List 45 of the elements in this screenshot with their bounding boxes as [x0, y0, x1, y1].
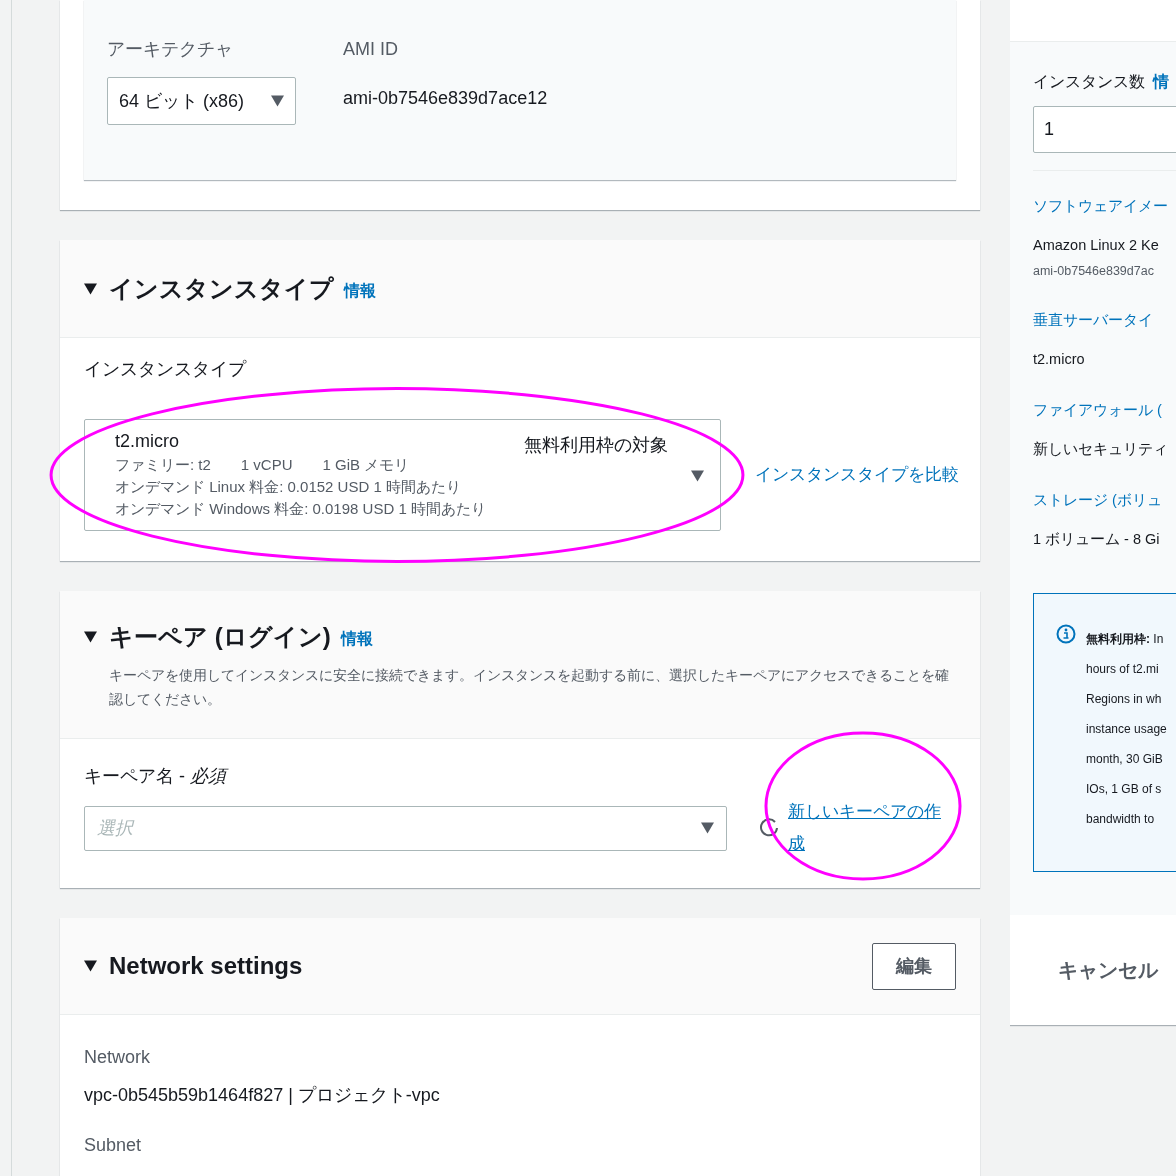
- caret-icon: [271, 95, 284, 107]
- compare-link[interactable]: インスタンスタイプを比較: [755, 462, 959, 488]
- section-title: インスタンスタイプ: [109, 273, 334, 304]
- summary-value: 新しいセキュリティ: [1033, 440, 1169, 459]
- caret-icon: [701, 822, 714, 834]
- field-label: Subnet: [84, 1134, 143, 1157]
- field-label: アーキテクチャ: [107, 38, 234, 61]
- free-tier-text: 無料利用枠: In hours of t2.mi Regions in wh instance usage month, 30 GiB IOs, 1 GB of s bandwidth to: [1086, 631, 1167, 828]
- instance-detail: オンデマンド Linux 料金: 0.0152 USD 1 時間あたり: [115, 477, 462, 497]
- architecture-select[interactable]: 64 ビット (x86): [107, 77, 296, 125]
- field-label: インスタンス数: [1033, 72, 1145, 92]
- info-link[interactable]: 情: [1153, 70, 1169, 94]
- info-icon: [1056, 624, 1076, 644]
- info-link[interactable]: 情報: [340, 627, 373, 651]
- summary-link[interactable]: ファイアウォール (: [1033, 397, 1176, 423]
- cancel-button[interactable]: キャンセル: [1058, 955, 1158, 985]
- field-label: AMI ID: [343, 38, 399, 61]
- caret-icon: [691, 470, 704, 482]
- expand-caret-icon[interactable]: [84, 631, 97, 643]
- field-label: キーペア名 - 必須: [84, 763, 956, 790]
- instance-detail: ファミリー: t2 1 vCPU 1 GiB メモリ: [115, 455, 411, 475]
- instance-detail: オンデマンド Windows 料金: 0.0198 USD 1 時間あたり: [115, 499, 486, 519]
- section-description: キーペアを使用してインスタンスに安全に接続できます。インスタンスを起動する前に、選択したキーペアにアクセスできることを確認してください。: [108, 666, 950, 709]
- summary-value: 1 ボリューム - 8 Gi: [1033, 530, 1161, 549]
- summary-link[interactable]: 垂直サーバータイ: [1033, 307, 1176, 333]
- field-label: Network: [84, 1046, 151, 1069]
- section-title: Network settings: [109, 951, 303, 981]
- refresh-icon[interactable]: [759, 817, 779, 839]
- summary-value: Amazon Linux 2 Ke: [1033, 236, 1160, 255]
- summary-link[interactable]: ストレージ (ボリュ: [1033, 487, 1176, 513]
- ami-id-value: ami-0b7546e839d7ace12: [343, 87, 548, 110]
- free-tier-label: 無料利用枠の対象: [524, 434, 668, 457]
- expand-caret-icon[interactable]: [84, 960, 97, 972]
- network-value: vpc-0b545b59b1464f827 | プロジェクト-vpc: [84, 1084, 441, 1107]
- summary-link[interactable]: ソフトウェアイメー: [1033, 193, 1176, 219]
- expand-caret-icon[interactable]: [84, 282, 97, 295]
- selected-instance-type: t2.micro: [115, 430, 180, 452]
- instance-count-input[interactable]: 1: [1033, 106, 1176, 153]
- info-link[interactable]: 情報: [344, 278, 376, 303]
- summary-subvalue: ami-0b7546e839d7ac: [1033, 263, 1155, 280]
- instance-type-select[interactable]: t2.micro ファミリー: t2 1 vCPU 1 GiB メモリ オンデマンド Linux 料金: 0.0152 USD 1 時間あたり オンデマンド Windows 料金: 0.0198 USD 1 時間あたり 無料利用枠の対象: [84, 419, 721, 531]
- summary-value: t2.micro: [1033, 350, 1086, 369]
- section-title: キーペア (ログイン): [109, 622, 331, 652]
- field-label: インスタンスタイプ: [84, 358, 248, 381]
- edit-button[interactable]: 編集: [872, 942, 956, 990]
